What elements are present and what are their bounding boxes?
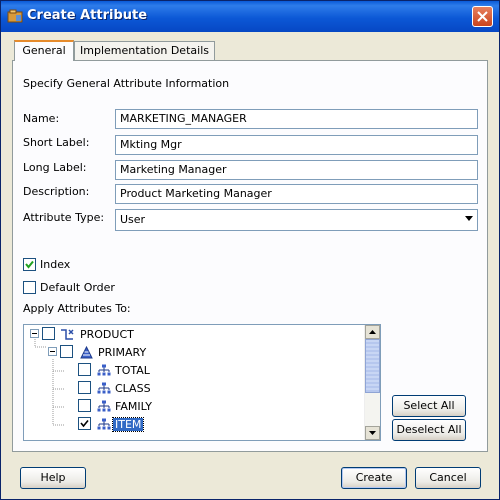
scroll-up-button[interactable] [365, 325, 380, 339]
dimension-icon [61, 329, 74, 340]
tab-implementation-details-label: Implementation Details [80, 44, 209, 57]
short-label-value: Mkting Mgr [120, 138, 182, 151]
section-heading: Specify General Attribute Information [23, 77, 230, 90]
apply-attributes-label: Apply Attributes To: [23, 302, 131, 315]
default-order-checkbox[interactable] [23, 281, 36, 294]
help-label: Help [40, 471, 66, 484]
select-all-label: Select All [403, 399, 455, 412]
attribute-type-select[interactable]: User [115, 209, 478, 231]
family-label: FAMILY [115, 400, 152, 413]
level-icon [97, 382, 111, 394]
item-checkbox[interactable] [78, 417, 91, 430]
create-attribute-dialog: Create Attribute General Implementation … [0, 0, 500, 500]
tree-item-primary[interactable]: PRIMARY [24, 345, 364, 361]
deselect-all-label: Deselect All [396, 423, 462, 436]
scroll-thumb[interactable] [365, 339, 380, 393]
close-icon [477, 11, 488, 22]
product-label: PRODUCT [80, 328, 134, 341]
collapse-icon[interactable] [30, 329, 39, 338]
description-label: Description: [23, 185, 90, 198]
title-bar[interactable]: Create Attribute [1, 1, 499, 32]
tab-general-label: General [22, 44, 66, 57]
collapse-icon[interactable] [48, 347, 57, 356]
create-button[interactable]: Create [341, 467, 407, 489]
apply-attributes-tree[interactable]: PRODUCT PRIMARY TOTAL CLASS FAMILY ITEM [23, 324, 381, 441]
app-icon [7, 9, 23, 23]
long-label-value: Marketing Manager [120, 163, 227, 176]
tree-item-class[interactable]: CLASS [24, 381, 364, 397]
name-label: Name: [23, 112, 60, 125]
index-label: Index [40, 258, 71, 271]
create-label: Create [355, 471, 393, 484]
item-label: ITEM [111, 417, 145, 432]
total-label: TOTAL [115, 364, 150, 377]
short-label-label: Short Label: [23, 136, 90, 149]
tree-scrollbar[interactable] [364, 325, 380, 440]
chevron-down-icon [465, 216, 473, 221]
class-label: CLASS [115, 382, 151, 395]
chevron-up-icon [369, 330, 376, 334]
help-button[interactable]: Help [20, 467, 86, 489]
tree-item-total[interactable]: TOTAL [24, 363, 364, 379]
tab-general[interactable]: General [14, 40, 74, 61]
tree-item-family[interactable]: FAMILY [24, 399, 364, 415]
family-checkbox[interactable] [78, 399, 91, 412]
scroll-down-button[interactable] [365, 426, 380, 440]
level-icon [97, 364, 111, 376]
tab-implementation-details[interactable]: Implementation Details [74, 41, 215, 60]
short-label-field[interactable]: Mkting Mgr [115, 135, 478, 155]
description-field[interactable]: Product Marketing Manager [115, 184, 478, 204]
close-button[interactable] [472, 6, 493, 27]
name-field[interactable]: MARKETING_MANAGER [115, 109, 478, 129]
tree-item-item[interactable]: ITEM [24, 417, 364, 433]
index-checkbox[interactable] [23, 258, 36, 271]
level-icon [97, 418, 111, 430]
deselect-all-button[interactable]: Deselect All [392, 419, 466, 441]
chevron-down-icon [369, 431, 376, 435]
cancel-button[interactable]: Cancel [415, 467, 481, 489]
cancel-label: Cancel [429, 471, 467, 484]
hierarchy-icon [80, 346, 93, 359]
checkmark-icon [80, 419, 89, 428]
total-checkbox[interactable] [78, 363, 91, 376]
primary-label: PRIMARY [98, 346, 147, 359]
default-order-label: Default Order [40, 281, 115, 294]
tree-item-product[interactable]: PRODUCT [24, 327, 364, 343]
checkmark-icon [25, 260, 34, 269]
name-value: MARKETING_MANAGER [120, 112, 247, 125]
level-icon [97, 400, 111, 412]
class-checkbox[interactable] [78, 381, 91, 394]
select-all-button[interactable]: Select All [392, 395, 466, 417]
long-label-label: Long Label: [23, 161, 87, 174]
attribute-type-value: User [120, 213, 146, 226]
long-label-field[interactable]: Marketing Manager [115, 160, 478, 180]
description-value: Product Marketing Manager [120, 187, 272, 200]
product-checkbox[interactable] [42, 327, 55, 340]
attribute-type-label: Attribute Type: [23, 211, 105, 224]
primary-checkbox[interactable] [60, 345, 73, 358]
window-title: Create Attribute [27, 8, 148, 23]
